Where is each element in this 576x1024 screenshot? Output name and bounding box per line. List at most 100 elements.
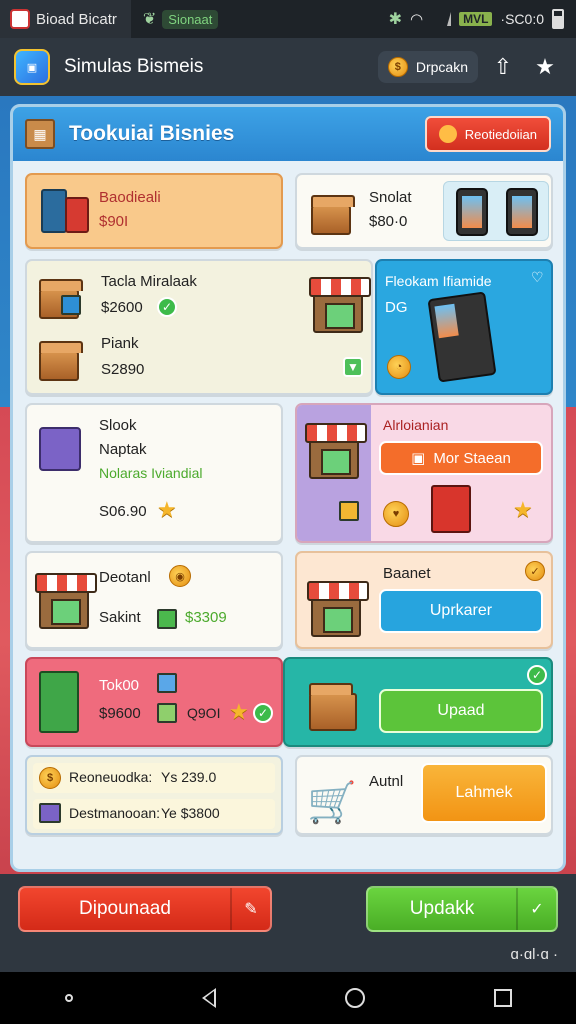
cube-icon — [157, 609, 177, 629]
market-stall-icon — [309, 277, 371, 333]
update-button[interactable]: Updakk ✓ — [366, 886, 558, 932]
signal-icon — [431, 12, 452, 26]
check-icon: ✓ — [516, 888, 556, 930]
star-icon: ★ — [229, 699, 249, 724]
crate-icon: ▦ — [25, 119, 55, 149]
leaf-icon: ❦ — [142, 11, 157, 28]
check-icon: ✓ — [527, 665, 547, 685]
header-action-button[interactable]: Reotiedoiian — [424, 116, 551, 152]
heart-outline-icon: ♡ — [531, 269, 544, 285]
check-icon: ✓ — [157, 297, 177, 317]
market-stall-icon — [307, 581, 369, 637]
card-1-price: $90I — [99, 213, 129, 230]
status-tab-1[interactable]: Bioad Bicatr — [0, 0, 131, 38]
tag-icon: ✎ — [230, 888, 270, 930]
card-12-name: Autnl — [369, 773, 404, 790]
app-logo-icon: ▣ — [14, 49, 50, 85]
business-card-8[interactable]: Baanet ✓ Uprkarer — [295, 551, 553, 649]
diamond-icon: ▼ — [343, 357, 363, 377]
business-card-1[interactable]: Baodieali $90I — [25, 173, 283, 249]
app-bar: ▣ Simulas Bismeis $ Drpcakn ⇧ ★ — [0, 38, 576, 96]
nav-dot-icon[interactable] — [64, 994, 73, 1002]
panel-title: Tookuiai Bisnies — [69, 122, 235, 145]
business-card-10[interactable]: ✓ Upaad — [283, 657, 553, 747]
business-card-6[interactable]: Alrloianian ▣ Mor Staean ♥ ★ — [295, 403, 553, 543]
basketball-icon — [438, 125, 457, 143]
business-card-12[interactable]: 🛒 Autnl Lahmek — [295, 755, 553, 835]
star-icon[interactable]: ★ — [528, 50, 562, 84]
star-icon: ★ — [513, 497, 533, 522]
shop-icon: ▣ — [411, 450, 426, 467]
card-5-line-2: Naptak — [99, 441, 147, 458]
coin-icon: $ — [387, 57, 408, 77]
back-icon[interactable] — [201, 988, 216, 1008]
resource-row-2-value: Ye $3800 — [161, 805, 220, 821]
card-8-name: Baanet — [383, 565, 431, 582]
status-tab-2-label: Sionaat — [162, 9, 219, 29]
crate-icon — [311, 195, 355, 235]
update-button-label: Updakk — [409, 898, 475, 919]
recent-apps-icon[interactable] — [493, 989, 512, 1007]
business-panel: ▦ Tookuiai Bisnies Reotiedoiian Baodieal… — [10, 104, 566, 872]
red-bin-icon — [65, 197, 89, 233]
phones-showcase — [443, 181, 549, 241]
card-10-button[interactable]: Upaad — [379, 689, 543, 733]
card-9-code: Q9OI — [187, 705, 221, 721]
smartphone-icon — [427, 291, 497, 383]
resource-row-1-value: Ys 239.0 — [161, 769, 217, 785]
header-action-label: Reotiedoiian — [464, 126, 537, 142]
status-bar: Bioad Bicatr ❦ Sionaat ✱ ◠ MVL ·SC0:0 — [0, 0, 576, 38]
business-card-3[interactable]: Tacla Miralaak $2600 ✓ Piank S2890 ▼ — [25, 259, 373, 395]
card-12-button[interactable]: Lahmek — [421, 763, 547, 823]
phone-icon — [506, 188, 538, 236]
cube-icon — [157, 703, 177, 723]
card-2-name: Snolat — [369, 189, 412, 206]
card-4-code: DG — [385, 299, 408, 316]
card-6-button-label: Mor Staean — [433, 449, 511, 467]
crate-icon — [309, 683, 357, 731]
crate-icon — [39, 341, 83, 381]
market-stall-icon — [35, 573, 97, 629]
app-notification-icon — [10, 9, 30, 29]
business-card-2[interactable]: Snolat $80·0 — [295, 173, 553, 249]
business-card-11: $ Reoneuodka: Ys 239.0 Destmanooan: Ye $… — [25, 755, 283, 835]
card-7-sub: Sakint — [99, 609, 141, 626]
card-12-button-label: Lahmek — [455, 784, 513, 801]
business-card-9[interactable]: Tok00 $9600 Q9OI ★ ✓ — [25, 657, 283, 747]
market-stall-icon — [305, 423, 367, 479]
cube-icon — [157, 673, 177, 693]
star-icon: ★ — [157, 497, 177, 522]
download-button-label: Dipounaad — [79, 898, 171, 919]
status-indicators: ✱ ◠ MVL ·SC0:0 — [389, 9, 576, 29]
card-6-name: Alrloianian — [383, 417, 449, 433]
heart-coin-icon: ♥ — [383, 501, 409, 527]
card-9-price: $9600 — [99, 705, 141, 722]
download-button[interactable]: Dipounaad ✎ — [18, 886, 272, 932]
card-6-button[interactable]: ▣ Mor Staean — [379, 441, 543, 475]
panel-header: ▦ Tookuiai Bisnies Reotiedoiian — [13, 107, 563, 161]
machine-icon — [39, 427, 81, 471]
card-8-button[interactable]: Uprkarer — [379, 589, 543, 633]
card-10-button-label: Upaad — [437, 702, 485, 719]
time-label: ·SC0:0 — [500, 11, 544, 27]
card-7-price: $3309 — [185, 609, 227, 626]
card-3-price-2: S2890 — [101, 361, 145, 378]
trash-bins-icon — [41, 189, 67, 233]
settings-icon: ✱ — [388, 11, 402, 28]
share-icon[interactable]: ⇧ — [486, 50, 520, 84]
business-card-7[interactable]: Deotanl ◉ Sakint $3309 — [25, 551, 283, 649]
money-bag-icon: $ — [39, 767, 61, 789]
gift-cube-icon — [339, 501, 359, 521]
shelf-icon — [39, 671, 79, 733]
business-card-4[interactable]: Fleokam Ifiamide DG ♡ ◔ — [375, 259, 553, 395]
status-tab-2[interactable]: ❦ Sionaat — [131, 0, 231, 38]
business-card-5[interactable]: Slook Naptak Nolaras Iviandial S06.90 ★ — [25, 403, 283, 543]
currency-button[interactable]: $ Drpcakn — [377, 51, 478, 83]
card-9-name: Tok00 — [99, 677, 140, 694]
card-3-price-1: $2600 — [101, 299, 143, 316]
resource-row-1-label: Reoneuodka: — [69, 769, 153, 785]
card-8-button-label: Uprkarer — [429, 602, 493, 619]
status-tab-1-label: Bioad Bicatr — [36, 10, 117, 28]
card-5-price: S06.90 — [99, 503, 147, 520]
home-icon[interactable] — [344, 988, 365, 1008]
